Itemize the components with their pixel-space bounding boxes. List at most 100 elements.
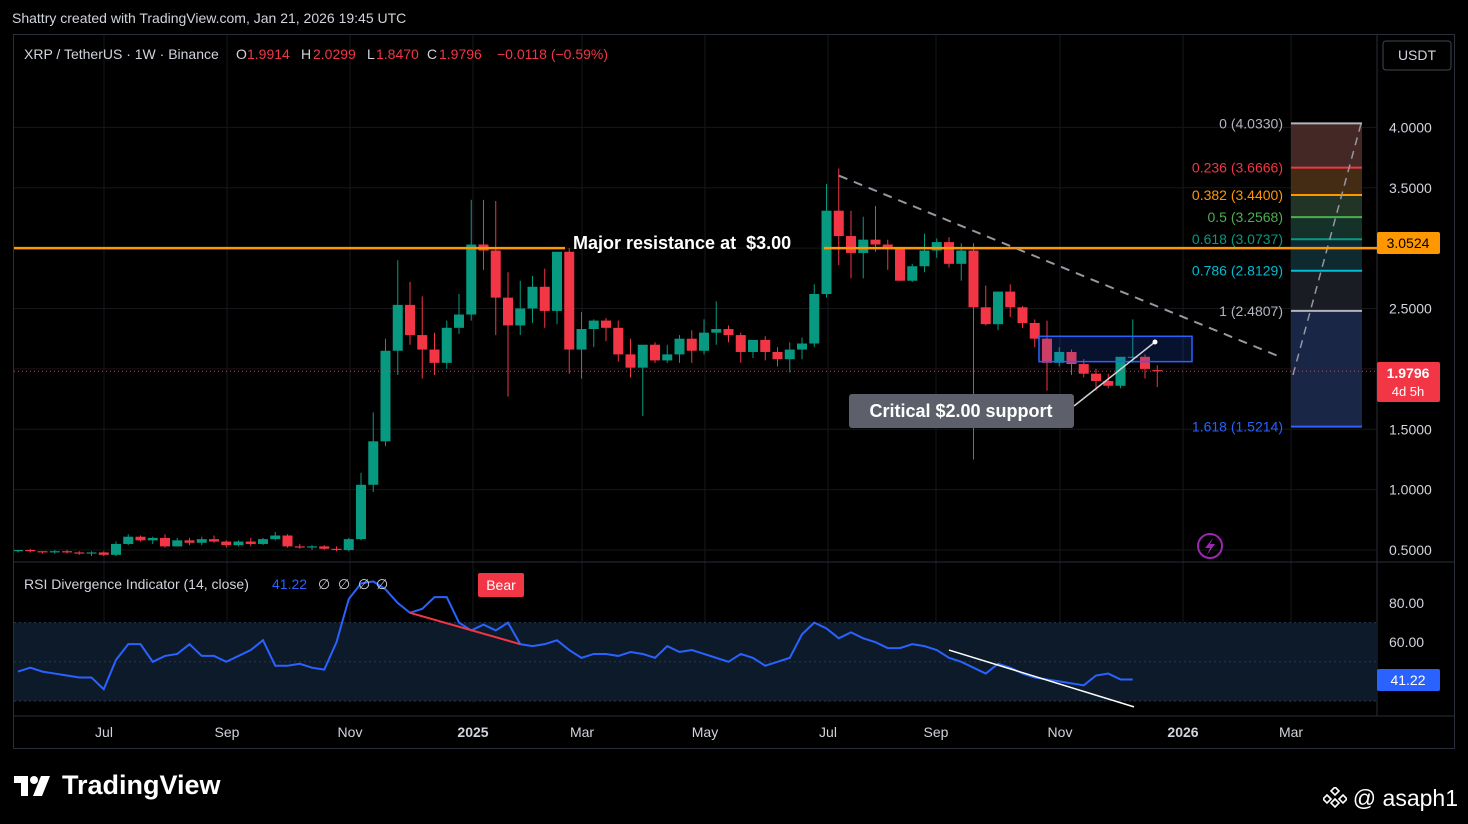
candle-body: [956, 250, 967, 264]
fib-zone: [1291, 310, 1362, 427]
fib-zone: [1291, 217, 1362, 240]
chart-canvas[interactable]: 0 (4.0330) 0.236 (3.6666) 0.382 (3.4400) 0.…: [13, 35, 1454, 748]
support-annotation-box[interactable]: Critical $2.00 support: [849, 394, 1074, 428]
candle-body: [833, 210, 844, 237]
symbol-title: XRP / TetherUS · 1W · Binance: [24, 46, 219, 62]
candle-body: [417, 335, 428, 350]
rsi-axis-tick-label: 80.00: [1389, 595, 1424, 611]
candle-body: [968, 250, 979, 308]
candle-body: [160, 537, 170, 547]
candle-body: [429, 349, 440, 363]
price-axis-tick-label: 1.0000: [1389, 482, 1432, 498]
candle-body: [392, 304, 403, 351]
fib-retracement-layer: 0 (4.0330) 0.236 (3.6666) 0.382 (3.4400) 0.…: [1192, 115, 1362, 435]
candle-body: [270, 535, 281, 540]
rsi-axis-tick-label: 60.00: [1389, 634, 1424, 650]
candle-body: [466, 244, 477, 315]
candle-body: [601, 320, 611, 328]
candle-body: [1091, 373, 1101, 381]
candle-body: [405, 304, 415, 336]
candle-body: [711, 329, 722, 333]
candle-body: [564, 251, 575, 350]
candle-body: [1078, 364, 1089, 374]
price-axis-tick-label: 0.5000: [1389, 542, 1432, 558]
ohlc-low-label: L: [367, 46, 375, 62]
resistance-annotation[interactable]: Major resistance at $3.00: [573, 233, 791, 253]
candle-body: [576, 329, 587, 350]
fib-level-label: 0 (4.0330): [1219, 115, 1283, 131]
candle-body: [111, 543, 121, 555]
ohlc-change-value: −0.0118 (−0.59%): [497, 46, 608, 62]
fib-zone: [1291, 123, 1362, 168]
candle-body: [674, 338, 685, 355]
price-axis-tick-label: 4.0000: [1389, 119, 1432, 135]
rsi-flag: ∅: [338, 576, 350, 592]
candle-body: [527, 286, 538, 309]
lightning-icon[interactable]: [1197, 533, 1223, 559]
date-axis-tick-label: Sep: [924, 724, 949, 740]
last-price-countdown: 4d 5h: [1392, 384, 1425, 399]
last-price-tag-value: 1.9796: [1387, 365, 1430, 381]
candle-body: [368, 441, 379, 485]
ohlc-high-value: 2.0299: [313, 46, 356, 62]
candle-body: [221, 541, 232, 546]
fib-zone: [1291, 167, 1362, 195]
candle-body: [62, 551, 72, 553]
candle-body: [748, 339, 758, 352]
candle-body: [37, 551, 48, 553]
candle-body: [25, 550, 36, 552]
tradingview-brand: TradingView: [62, 770, 221, 800]
candle-body: [809, 294, 820, 344]
candle-body: [490, 250, 501, 298]
ohlc-low-value: 1.8470: [376, 46, 419, 62]
candle-body: [13, 550, 23, 552]
candle-body: [258, 539, 268, 544]
candle-body: [895, 248, 905, 281]
candle-body: [686, 338, 697, 351]
fib-zone: [1291, 194, 1362, 218]
candle-body: [613, 327, 624, 355]
price-axis-tick-label: 3.5000: [1389, 180, 1432, 196]
rsi-flag: ∅: [318, 576, 330, 592]
fib-zone: [1291, 239, 1362, 271]
candle-body: [919, 250, 930, 267]
tradingview-logo-icon: [14, 775, 50, 796]
candle-body: [196, 539, 207, 543]
fib-level-label: 1.618 (1.5214): [1192, 419, 1283, 435]
candle-body: [858, 239, 869, 253]
candle-body: [797, 343, 807, 350]
candle-body: [944, 242, 954, 264]
date-axis-tick-label: Sep: [215, 724, 240, 740]
author-handle-text: @ asaph1: [1352, 785, 1458, 811]
candle-body: [209, 539, 219, 542]
rsi-title: RSI Divergence Indicator (14, close): [24, 576, 249, 592]
rsi-last-tag: 41.22: [1377, 669, 1440, 691]
candle-body: [588, 320, 599, 330]
overlay-layer: [14, 174, 1377, 407]
rsi-band-layer: [14, 622, 1377, 702]
candle-body: [380, 350, 391, 442]
chart-created-caption: Shattry created with TradingView.com, Ja…: [12, 10, 407, 26]
tradingview-logo[interactable]: TradingView: [14, 770, 221, 801]
currency-button[interactable]: USDT: [1382, 40, 1452, 71]
candle-body: [907, 266, 918, 281]
candle-body: [343, 539, 354, 550]
date-axis-tick-label: 2026: [1167, 724, 1198, 740]
candle-body: [135, 536, 146, 541]
candle-body: [699, 332, 709, 351]
candle-body: [74, 552, 85, 554]
candle-body: [307, 546, 317, 548]
fib-zone: [1291, 270, 1362, 311]
candle-body: [784, 349, 795, 360]
candle-body: [233, 541, 244, 546]
chart-frame[interactable]: 0 (4.0330) 0.236 (3.6666) 0.382 (3.4400) 0.…: [13, 34, 1455, 749]
rsi-last-tag-label: 41.22: [1390, 672, 1425, 688]
candle-body: [625, 354, 636, 368]
callout-anchor: [1152, 339, 1158, 345]
ohlc-open-label: O: [236, 46, 247, 62]
fib-level-label: 1 (2.4807): [1219, 303, 1283, 319]
candle-body: [980, 307, 991, 325]
candle-body: [503, 297, 513, 326]
fib-level-label: 0.382 (3.4400): [1192, 187, 1283, 203]
candle-body: [356, 484, 366, 540]
